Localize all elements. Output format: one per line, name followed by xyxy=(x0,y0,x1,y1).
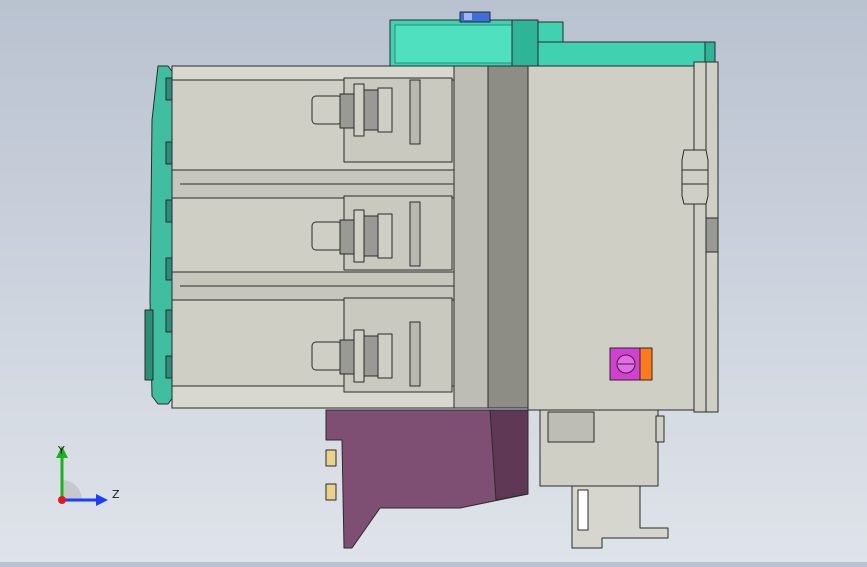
center-band xyxy=(453,65,489,409)
top-cover-rail xyxy=(537,41,715,69)
x-axis-dot xyxy=(58,496,66,504)
model-drawing xyxy=(144,11,719,549)
cad-viewport[interactable] xyxy=(0,0,867,562)
hex-nut xyxy=(681,149,709,205)
z-axis-head xyxy=(96,494,108,506)
triad-quadrant xyxy=(62,480,82,500)
top-cover-tab xyxy=(511,19,539,69)
left-face-plate xyxy=(149,65,175,405)
axis-triad: Y Z xyxy=(40,440,120,510)
y-axis-label: Y xyxy=(57,444,65,457)
z-axis-label: Z xyxy=(112,488,120,501)
